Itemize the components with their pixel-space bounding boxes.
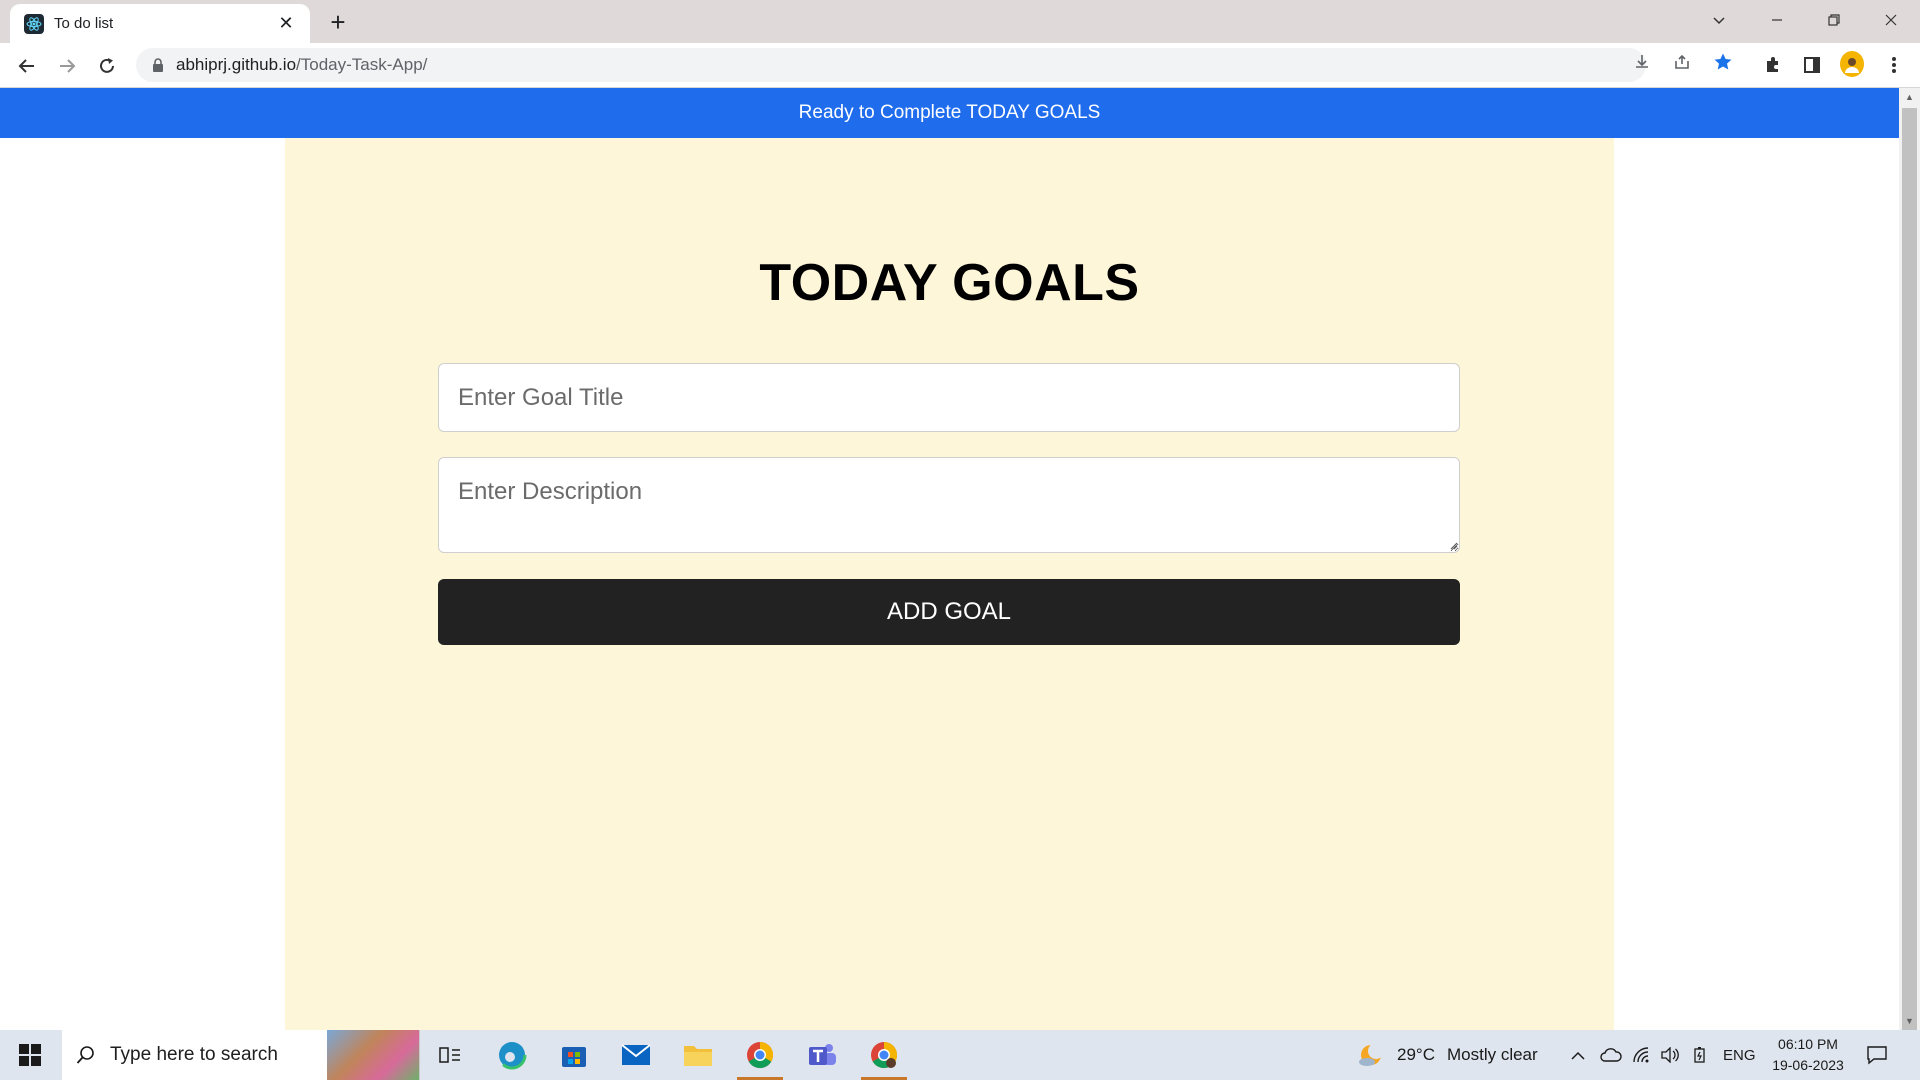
task-view-icon[interactable] (421, 1030, 479, 1080)
weather-condition: Mostly clear (1446, 1045, 1538, 1064)
address-bar[interactable]: abhiprj.github.io/Today-Task-App/ (136, 48, 1646, 82)
notifications-icon[interactable] (1866, 1030, 1888, 1080)
onedrive-icon[interactable] (1600, 1030, 1622, 1080)
reload-icon[interactable] (92, 51, 122, 81)
top-banner: Ready to Complete TODAY GOALS (0, 88, 1899, 138)
add-goal-button[interactable]: ADD GOAL (438, 579, 1460, 645)
volume-icon[interactable] (1660, 1030, 1680, 1080)
tab-search-icon[interactable] (1690, 0, 1748, 40)
restore-icon[interactable] (1805, 0, 1863, 40)
weather-temperature: 29°C (1397, 1045, 1435, 1064)
search-highlight-image[interactable] (327, 1030, 419, 1080)
profile-avatar[interactable] (1840, 51, 1864, 77)
taskbar-search-box[interactable]: Type here to search (62, 1030, 420, 1080)
tab-title: To do list (54, 15, 114, 32)
minimize-icon[interactable] (1748, 0, 1806, 40)
lock-icon[interactable] (152, 58, 164, 72)
microsoft-store-icon[interactable] (545, 1030, 603, 1080)
wifi-icon[interactable] (1632, 1030, 1652, 1080)
back-icon[interactable] (12, 51, 42, 81)
bookmark-star-icon[interactable] (1712, 51, 1734, 73)
page-title: TODAY GOALS (759, 254, 1140, 312)
goal-title-input[interactable] (438, 363, 1460, 432)
chrome-profile-taskbar-icon[interactable] (855, 1030, 913, 1080)
weather-widget[interactable]: 29°C Mostly clear (1357, 1030, 1538, 1080)
side-panel-icon[interactable] (1800, 53, 1824, 77)
resize-handle-icon[interactable] (1448, 540, 1458, 550)
scroll-up-arrow-icon[interactable]: ▲ (1899, 88, 1920, 106)
system-clock[interactable]: 06:10 PM 19-06-2023 (1770, 1034, 1846, 1076)
close-window-icon[interactable] (1862, 0, 1920, 40)
taskbar-search-placeholder: Type here to search (110, 1044, 278, 1065)
windows-start-icon[interactable] (10, 1040, 50, 1070)
battery-icon[interactable] (1692, 1030, 1708, 1080)
install-app-icon[interactable] (1631, 51, 1653, 73)
scroll-down-arrow-icon[interactable]: ▼ (1899, 1012, 1920, 1030)
forward-icon[interactable] (52, 51, 82, 81)
goals-panel: TODAY GOALS ADD GOAL (285, 138, 1614, 1030)
clock-time: 06:10 PM (1778, 1036, 1838, 1052)
search-icon (76, 1045, 96, 1065)
extensions-icon[interactable] (1761, 53, 1785, 77)
url-text: abhiprj.github.io/Today-Task-App/ (176, 55, 427, 75)
edge-browser-icon[interactable] (483, 1030, 541, 1080)
windows-taskbar: Type here to search 29°C Mostly clear EN… (0, 1030, 1920, 1080)
menu-kebab-icon[interactable] (1882, 53, 1906, 77)
new-tab-button[interactable]: + (324, 8, 352, 36)
chrome-taskbar-icon[interactable] (731, 1030, 789, 1080)
avatar-icon (1840, 51, 1864, 77)
file-explorer-icon[interactable] (669, 1030, 727, 1080)
mail-icon[interactable] (607, 1030, 665, 1080)
scrollbar-thumb[interactable] (1902, 108, 1917, 1053)
browser-tab-strip: To do list ✕ + (0, 0, 1920, 43)
browser-toolbar: abhiprj.github.io/Today-Task-App/ (0, 43, 1920, 88)
share-icon[interactable] (1671, 51, 1693, 73)
input-language[interactable]: ENG (1723, 1030, 1756, 1080)
show-hidden-icons-chevron-icon[interactable] (1570, 1030, 1586, 1080)
react-icon (24, 13, 44, 34)
weather-moon-icon (1359, 1043, 1384, 1066)
goal-description-input[interactable] (438, 457, 1460, 553)
clock-date: 19-06-2023 (1772, 1057, 1844, 1073)
tab-close-icon[interactable]: ✕ (276, 13, 296, 34)
browser-tab[interactable]: To do list ✕ (10, 4, 310, 43)
url-host: abhiprj.github.io (176, 55, 297, 74)
url-path: /Today-Task-App/ (296, 55, 428, 74)
teams-icon[interactable] (793, 1030, 851, 1080)
page-scrollbar[interactable]: ▲ ▼ (1899, 88, 1920, 1053)
